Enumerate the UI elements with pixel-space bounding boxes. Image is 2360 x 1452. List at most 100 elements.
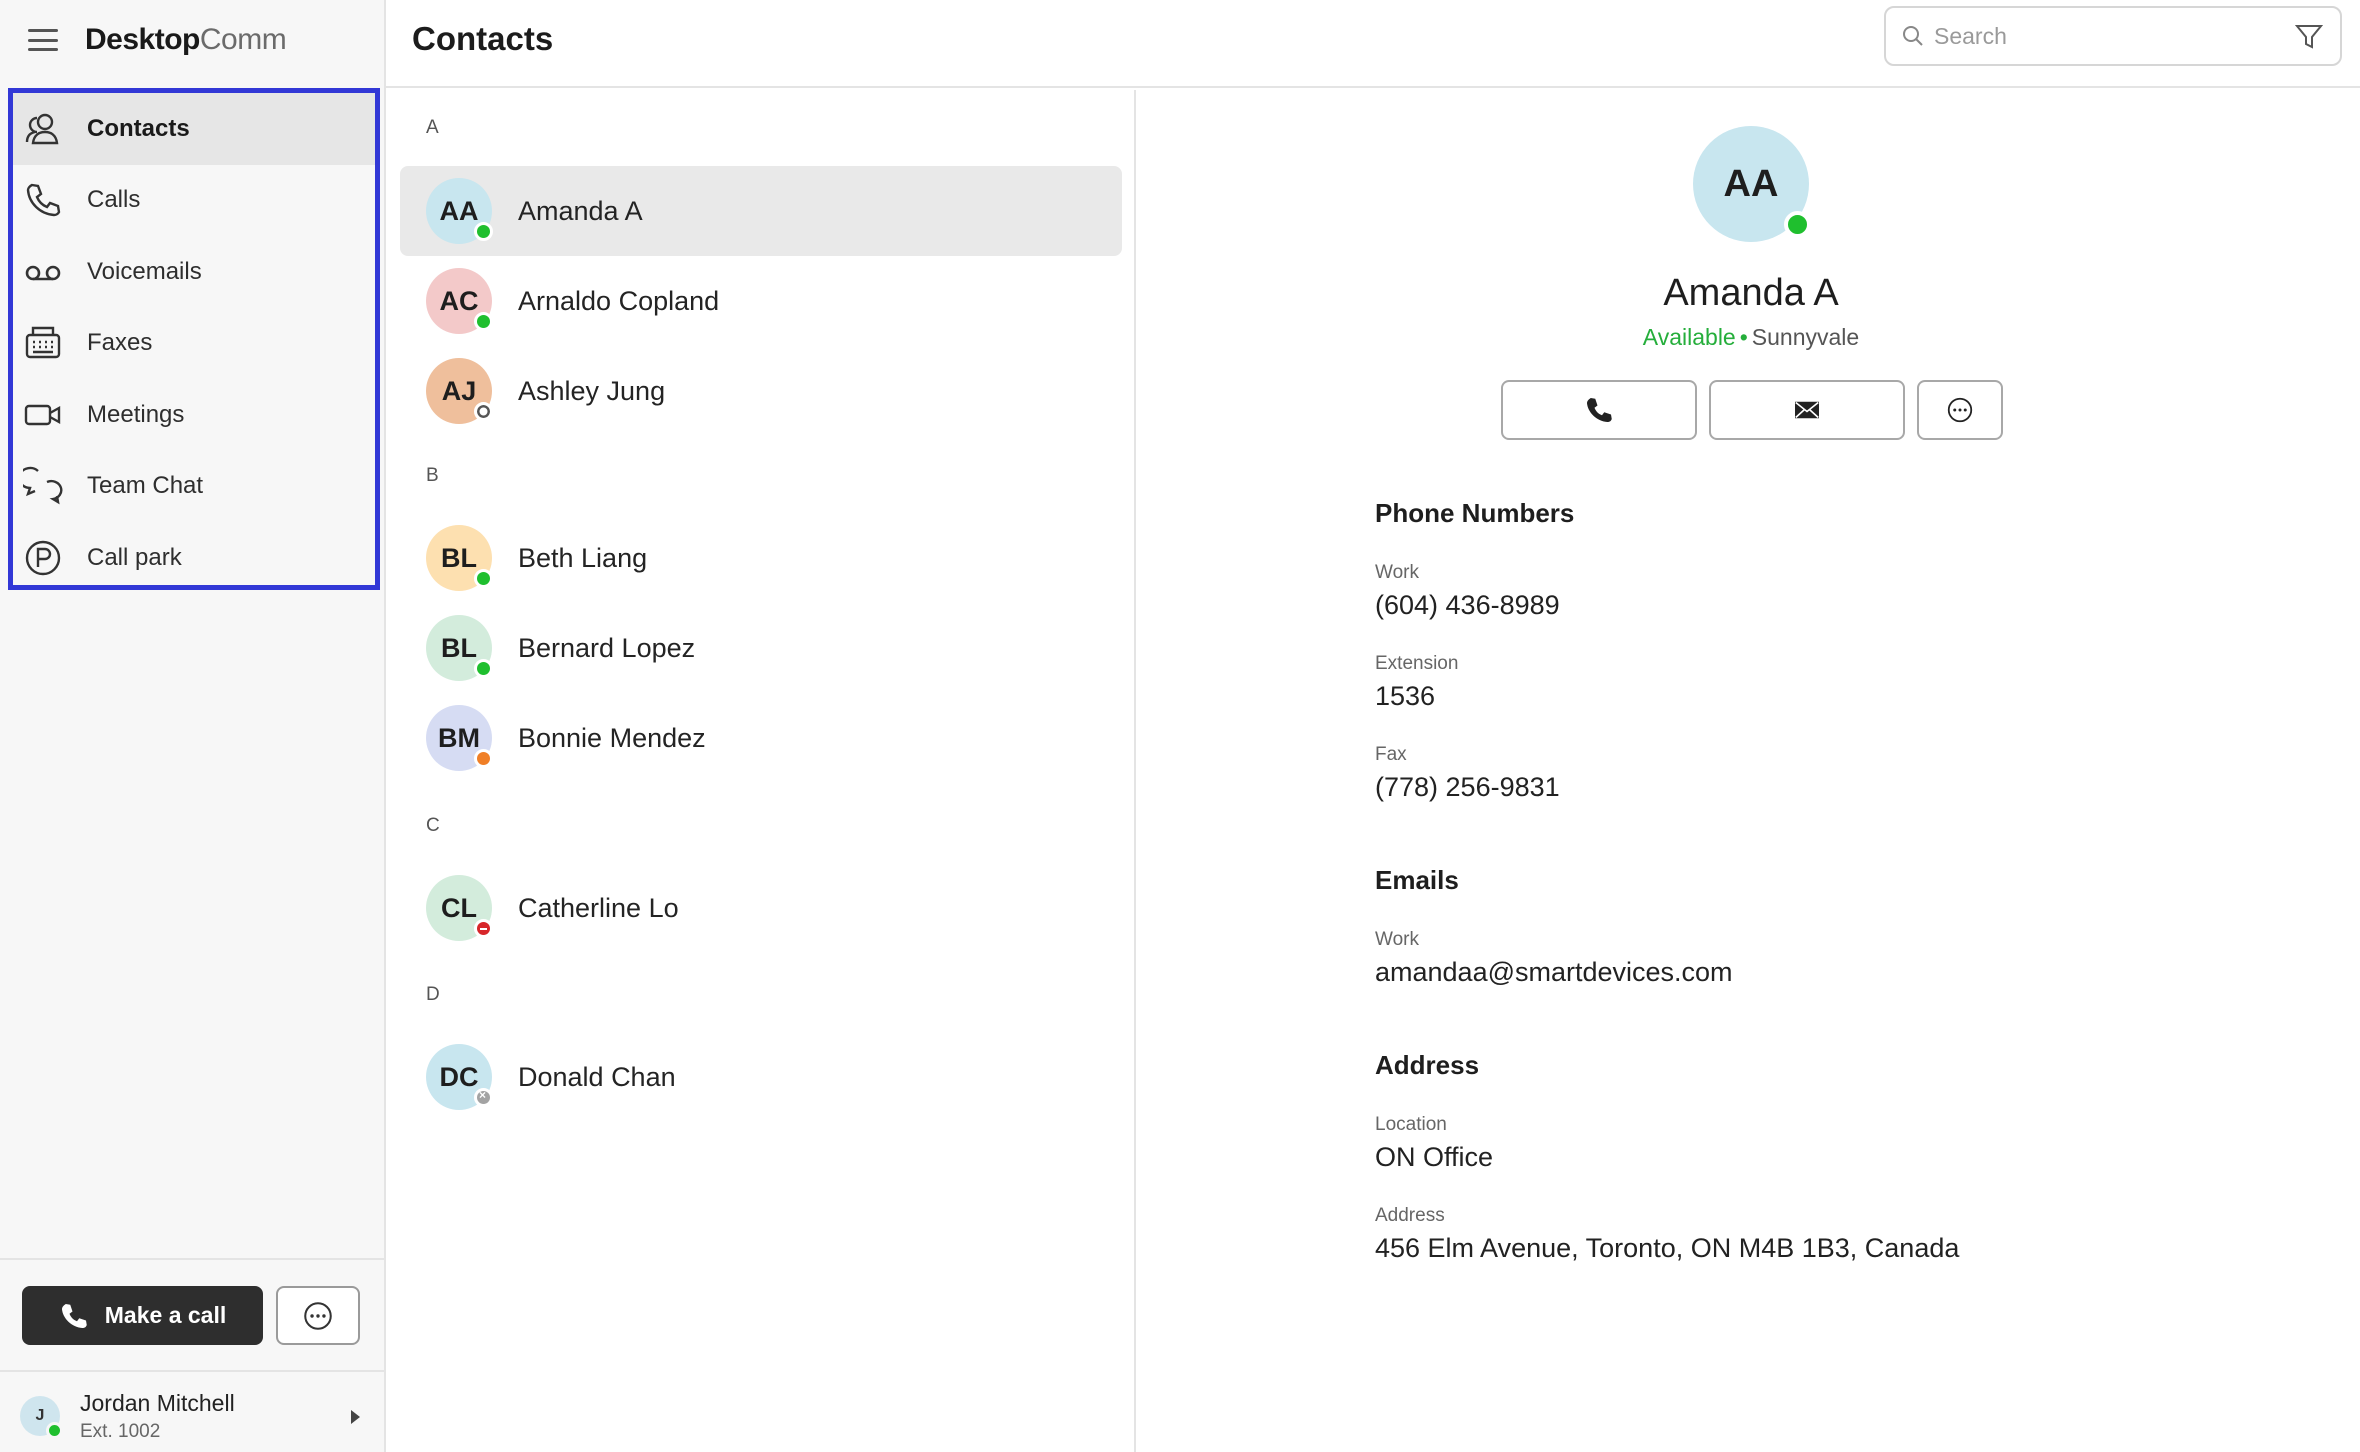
work-phone[interactable]: (604) 436-8989 (1375, 590, 1560, 621)
status-available-indicator (474, 659, 493, 678)
section-header: C (426, 815, 440, 836)
sidebar-item-label: Voicemails (87, 257, 202, 285)
top-bar: Contacts (386, 0, 2360, 88)
avatar-initials: BL (441, 542, 477, 573)
divider (0, 1370, 384, 1372)
field-label: Extension (1375, 653, 1459, 674)
avatar-initials: AC (439, 285, 479, 316)
status-available-indicator (46, 1422, 63, 1439)
filter-icon[interactable] (2294, 22, 2324, 52)
search-input[interactable] (1934, 22, 2274, 50)
fax-number[interactable]: (778) 256-9831 (1375, 772, 1560, 803)
sidebar-item-label: Call park (87, 543, 182, 571)
phone-icon (1587, 398, 1612, 422)
contact-row[interactable]: BL Bernard Lopez (400, 603, 1122, 693)
more-horizontal-icon (1947, 397, 1973, 423)
caret-right-icon[interactable] (351, 1410, 360, 1424)
sidebar-item-team-chat[interactable]: Team Chat (13, 451, 375, 523)
make-call-button[interactable]: Make a call (22, 1286, 263, 1345)
app-logo: DesktopComm (85, 23, 287, 57)
avatar: DC (426, 1044, 493, 1110)
status-available-indicator (474, 222, 493, 241)
more-horizontal-icon (304, 1301, 332, 1330)
contact-name: Bonnie Mendez (518, 722, 706, 753)
search-box[interactable] (1884, 6, 2342, 66)
sidebar-item-calls[interactable]: Calls (13, 165, 375, 237)
status-offline-indicator (474, 1088, 493, 1107)
fax-icon (21, 321, 65, 365)
search-icon (1903, 26, 1923, 46)
contact-name: Amanda A (518, 195, 643, 226)
contact-row[interactable]: DC Donald Chan (400, 1032, 1122, 1122)
sidebar-item-label: Team Chat (87, 472, 204, 500)
avatar-initials: CL (441, 892, 477, 923)
sidebar-item-label: Meetings (87, 400, 185, 428)
contact-name: Catherline Lo (518, 892, 679, 923)
contact-row[interactable]: BM Bonnie Mendez (400, 693, 1122, 783)
sidebar-item-voicemails[interactable]: Voicemails (13, 236, 375, 308)
phone-icon (21, 178, 65, 222)
extension[interactable]: 1536 (1375, 681, 1435, 712)
sidebar-item-label: Faxes (87, 329, 153, 357)
contact-detail-status: Available • Sunnyvale (1138, 324, 2360, 351)
status-available-indicator (1784, 211, 1811, 238)
avatar-initials: AA (439, 195, 479, 226)
brand-bar: DesktopComm (0, 0, 386, 80)
avatar-initials: J (35, 1407, 45, 1424)
user-extension: Ext. 1002 (80, 1420, 161, 1442)
contact-name: Ashley Jung (518, 375, 666, 406)
contact-row[interactable]: AJ Ashley Jung (400, 346, 1122, 436)
sidebar-item-label: Contacts (87, 114, 190, 142)
section-header: D (426, 984, 440, 1005)
avatar: CL (426, 875, 493, 941)
avatar-initials: AA (1723, 162, 1779, 205)
sidebar-item-label: Calls (87, 186, 141, 214)
field-label: Work (1375, 929, 1419, 950)
contact-detail-name: Amanda A (1663, 272, 1839, 314)
avatar: BL (426, 615, 493, 681)
chat-bubbles-icon (21, 464, 65, 508)
logo-text-light: Comm (199, 23, 287, 56)
avatar: AA (426, 178, 493, 244)
sidebar-item-contacts[interactable]: Contacts (13, 93, 375, 165)
section-header: B (426, 465, 439, 486)
sidebar: DesktopComm Contacts Calls Voicemails Fa… (0, 0, 386, 1452)
section-title-address: Address (1375, 1050, 1480, 1080)
hamburger-menu-icon[interactable] (28, 29, 58, 51)
field-label: Location (1375, 1114, 1447, 1135)
avatar-initials: AJ (441, 375, 477, 406)
sidebar-item-call-park[interactable]: Call park (13, 522, 375, 594)
current-user[interactable]: J Jordan Mitchell Ext. 1002 (20, 1386, 372, 1446)
avatar: J (20, 1396, 63, 1439)
field-label: Work (1375, 562, 1419, 583)
contact-name: Arnaldo Copland (518, 285, 720, 316)
email-address[interactable]: amandaa@smartdevices.com (1375, 957, 1733, 988)
phone-icon (61, 1303, 87, 1328)
separator: • (1739, 324, 1748, 350)
contact-row[interactable]: CL Catherline Lo (400, 863, 1122, 953)
location-value: ON Office (1375, 1142, 1494, 1172)
contact-name: Donald Chan (518, 1061, 676, 1092)
avatar-initials: BM (438, 722, 480, 753)
voicemail-icon (21, 250, 65, 294)
email-button[interactable] (1709, 380, 1905, 440)
sidebar-item-meetings[interactable]: Meetings (13, 379, 375, 451)
avatar: BM (426, 705, 493, 771)
more-actions-button[interactable] (1917, 380, 2003, 440)
avatar-initials: BL (441, 632, 477, 663)
contact-row[interactable]: AA Amanda A (400, 166, 1122, 256)
address-value: 456 Elm Avenue, Toronto, ON M4B 1B3, Can… (1375, 1233, 1960, 1263)
section-title-phone: Phone Numbers (1375, 498, 1575, 528)
avatar: AJ (426, 358, 493, 424)
sidebar-item-faxes[interactable]: Faxes (13, 308, 375, 380)
envelope-icon (1795, 401, 1819, 419)
contact-row[interactable]: BL Beth Liang (400, 513, 1122, 603)
more-options-button[interactable] (276, 1286, 360, 1345)
section-title-emails: Emails (1375, 865, 1459, 895)
call-button[interactable] (1501, 380, 1697, 440)
contact-name: Bernard Lopez (518, 632, 696, 663)
contact-row[interactable]: AC Arnaldo Copland (400, 256, 1122, 346)
status-busy-indicator (474, 749, 493, 768)
user-name: Jordan Mitchell (80, 1389, 235, 1416)
contact-detail: AA Amanda A Available • Sunnyvale Phone Nu… (1138, 90, 2360, 1452)
